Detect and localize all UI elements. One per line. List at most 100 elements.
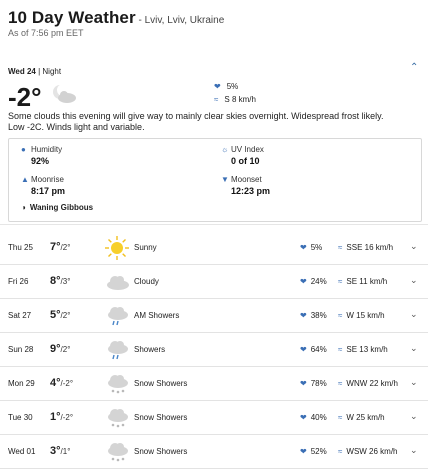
snow-cloud-icon	[104, 439, 130, 465]
snow-cloud-icon	[104, 405, 130, 431]
today-date: Wed 24 | Night	[8, 67, 61, 76]
wind-icon: ≈	[338, 345, 343, 354]
day-row[interactable]: Wed 01 3°/1° Snow Showers ❤ 52% ≈ WSW 26 km/h ⌄	[0, 435, 428, 469]
moon-cloud-icon	[53, 84, 76, 103]
day-wind: ≈ WNW 22 km/h	[338, 379, 398, 388]
raindrop-icon: ❤	[300, 345, 307, 354]
day-wind-value: WNW 22 km/h	[346, 379, 398, 388]
day-wind-value: W 15 km/h	[346, 311, 385, 320]
day-wind: ≈ SE 11 km/h	[338, 277, 387, 286]
day-label: Wed 01	[8, 447, 36, 456]
collapse-chevron-up-icon[interactable]: ⌃	[410, 62, 418, 73]
day-phrase: Showers	[134, 345, 166, 354]
day-wind: ≈ SSE 16 km/h	[338, 243, 393, 252]
day-precip-value: 78%	[310, 379, 327, 388]
day-wind-value: SE 13 km/h	[346, 345, 388, 354]
rain-cloud-icon	[104, 303, 130, 329]
day-label: Fri 26	[8, 277, 29, 286]
day-temps: 9°/2°	[50, 343, 70, 355]
day-row[interactable]: Fri 26 8°/3° Cloudy ❤ 24% ≈ SE 11 km/h ⌄	[0, 265, 428, 299]
low-temp: /2°	[60, 311, 71, 320]
sun-icon	[104, 235, 130, 261]
day-precip-value: 24%	[310, 277, 327, 286]
day-precip-value: 52%	[310, 447, 327, 456]
day-phrase: Sunny	[134, 243, 157, 252]
wind-icon: ≈	[214, 95, 219, 104]
day-precip: ❤ 5%	[300, 243, 322, 252]
day-phrase: AM Showers	[134, 311, 180, 320]
today-details-panel: Wed 24 | Night ⌃ -2° ❤ 5% ≈ S 8 km/h Some …	[0, 56, 428, 225]
today-precip: ❤ 5%	[214, 82, 238, 91]
wind-icon: ≈	[338, 311, 343, 320]
page-header: 10 Day Weather - Lviv, Lviv, Ukraine	[8, 8, 224, 28]
raindrop-icon: ❤	[214, 82, 221, 91]
humidity-cell: ● Humidity 92%	[21, 145, 62, 166]
day-wind: ≈ SE 13 km/h	[338, 345, 388, 354]
day-wind: ≈ W 15 km/h	[338, 311, 385, 320]
today-precip-value: 5%	[226, 82, 239, 91]
humidity-icon: ●	[21, 145, 26, 154]
moon-phase: ◑ Waning Gibbous	[21, 203, 93, 212]
raindrop-icon: ❤	[300, 277, 307, 286]
moonset-icon: ▼	[221, 175, 229, 184]
moon-phase-label: Waning Gibbous	[29, 203, 94, 212]
low-temp: /1°	[60, 447, 71, 456]
today-description: Some clouds this evening will give way t…	[8, 111, 384, 132]
humidity-value: 92%	[31, 156, 50, 166]
daily-forecast-list: Thu 25 7°/2° Sunny ❤ 5% ≈ SSE 16 km/h ⌄ Fri 26 8°…	[0, 231, 428, 469]
day-wind-value: WSW 26 km/h	[346, 447, 398, 456]
day-label: Sun 28	[8, 345, 34, 354]
wind-icon: ≈	[338, 277, 343, 286]
day-precip: ❤ 24%	[300, 277, 327, 286]
today-day: Wed 24	[8, 67, 36, 76]
day-wind: ≈ WSW 26 km/h	[338, 447, 398, 456]
day-label: Mon 29	[8, 379, 35, 388]
today-detail-grid: ● Humidity 92% ☼ UV Index 0 of 10 ▲ Moon…	[8, 138, 422, 222]
day-row[interactable]: Mon 29 4°/-2° Snow Showers ❤ 78% ≈ WNW 22 km/h…	[0, 367, 428, 401]
high-temp: 8°	[50, 275, 61, 287]
day-row[interactable]: Tue 30 1°/-2° Snow Showers ❤ 40% ≈ W 25 km/h ⌄	[0, 401, 428, 435]
low-temp: /-2°	[60, 413, 74, 422]
day-precip-value: 38%	[310, 311, 327, 320]
day-precip: ❤ 52%	[300, 447, 327, 456]
uv-label: UV Index	[231, 145, 264, 154]
page-title: 10 Day Weather	[8, 8, 136, 27]
day-row[interactable]: Thu 25 7°/2° Sunny ❤ 5% ≈ SSE 16 km/h ⌄	[0, 231, 428, 265]
expand-chevron-down-icon[interactable]: ⌄	[410, 377, 418, 388]
high-temp: 1°	[50, 411, 61, 423]
day-phrase: Snow Showers	[134, 413, 188, 422]
expand-chevron-down-icon[interactable]: ⌄	[410, 241, 418, 252]
day-label: Sat 27	[8, 311, 32, 320]
day-wind: ≈ W 25 km/h	[338, 413, 385, 422]
moonrise-cell: ▲ Moonrise 8:17 pm	[21, 175, 65, 196]
day-precip: ❤ 38%	[300, 311, 327, 320]
day-temps: 3°/1°	[50, 445, 70, 457]
low-temp: /2°	[60, 243, 71, 252]
expand-chevron-down-icon[interactable]: ⌄	[410, 343, 418, 354]
expand-chevron-down-icon[interactable]: ⌄	[410, 411, 418, 422]
moonrise-label: Moonrise	[31, 175, 64, 184]
low-temp: /3°	[60, 277, 71, 286]
location-label: - Lviv, Lviv, Ukraine	[135, 15, 225, 26]
high-temp: 5°	[50, 309, 61, 321]
uv-cell: ☼ UV Index 0 of 10	[221, 145, 264, 166]
day-temps: 1°/-2°	[50, 411, 73, 423]
wind-icon: ≈	[338, 413, 343, 422]
moonrise-icon: ▲	[21, 175, 29, 184]
expand-chevron-down-icon[interactable]: ⌄	[410, 445, 418, 456]
day-row[interactable]: Sat 27 5°/2° AM Showers ❤ 38% ≈ W 15 km/h ⌄	[0, 299, 428, 333]
uv-value: 0 of 10	[231, 156, 260, 166]
day-wind-value: W 25 km/h	[346, 413, 385, 422]
expand-chevron-down-icon[interactable]: ⌄	[410, 309, 418, 320]
day-precip-value: 40%	[310, 413, 327, 422]
today-wind: ≈ S 8 km/h	[214, 95, 256, 104]
day-phrase: Cloudy	[134, 277, 159, 286]
low-temp: /2°	[60, 345, 71, 354]
wind-icon: ≈	[338, 379, 343, 388]
snow-cloud-icon	[104, 371, 130, 397]
moon-phase-icon: ◑	[21, 203, 26, 212]
raindrop-icon: ❤	[300, 243, 307, 252]
raindrop-icon: ❤	[300, 311, 307, 320]
day-row[interactable]: Sun 28 9°/2° Showers ❤ 64% ≈ SE 13 km/h ⌄	[0, 333, 428, 367]
expand-chevron-down-icon[interactable]: ⌄	[410, 275, 418, 286]
